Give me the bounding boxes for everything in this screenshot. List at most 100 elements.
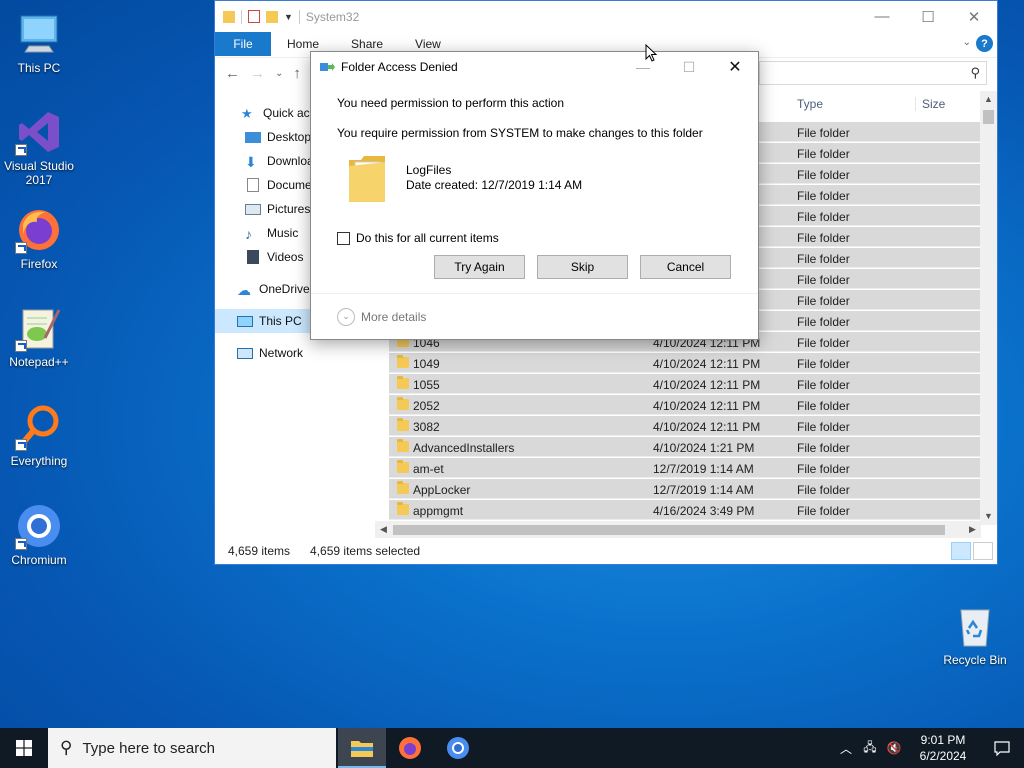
scroll-up-icon[interactable]: ▲ xyxy=(980,91,997,108)
folder-name: LogFiles xyxy=(406,163,452,177)
scroll-right-icon[interactable]: ▶ xyxy=(964,521,981,538)
column-header-type[interactable]: Type xyxy=(797,97,823,111)
desktop-icon-recycle-bin[interactable]: Recycle Bin xyxy=(937,602,1013,667)
file-date: 12/7/2019 1:14 AM xyxy=(653,483,754,497)
tab-file[interactable]: File xyxy=(215,32,271,56)
network-icon[interactable]: 🖧 xyxy=(858,738,882,759)
skip-button[interactable]: Skip xyxy=(537,255,628,279)
dialog-title: Folder Access Denied xyxy=(341,60,458,74)
properties-icon[interactable] xyxy=(248,10,260,23)
help-icon[interactable]: ? xyxy=(976,35,993,52)
folder-icon xyxy=(397,418,409,431)
cloud-icon: ☁ xyxy=(237,282,251,298)
table-row[interactable]: 1049 4/10/2024 12:11 PM File folder xyxy=(389,353,981,374)
table-row[interactable]: 3082 4/10/2024 12:11 PM File folder xyxy=(389,416,981,437)
back-button[interactable]: ← xyxy=(225,65,240,82)
desktop-icon-label: Chromium xyxy=(11,553,67,567)
new-folder-icon[interactable] xyxy=(266,10,278,23)
folder-date-created: Date created: 12/7/2019 1:14 AM xyxy=(406,178,583,192)
window-title: System32 xyxy=(305,9,360,24)
apply-to-all-checkbox[interactable]: Do this for all current items xyxy=(337,231,499,245)
file-type: File folder xyxy=(797,189,850,203)
try-again-button[interactable]: Try Again xyxy=(434,255,525,279)
folder-icon xyxy=(349,156,385,202)
expand-ribbon-icon[interactable]: ⌄ xyxy=(963,37,971,48)
file-date: 4/10/2024 12:11 PM xyxy=(653,399,761,413)
notifications-button[interactable] xyxy=(980,728,1024,768)
file-type: File folder xyxy=(797,231,850,245)
maximize-button[interactable]: ☐ xyxy=(905,1,951,32)
table-row[interactable]: AppLocker 12/7/2019 1:14 AM File folder xyxy=(389,479,981,500)
taskbar-search-box[interactable]: ⚲ Type here to search xyxy=(48,728,336,768)
close-button[interactable]: ✕ xyxy=(951,1,997,32)
download-icon: ⬇ xyxy=(245,154,257,170)
up-button[interactable]: ↑ xyxy=(293,65,301,82)
scroll-thumb[interactable] xyxy=(393,525,945,535)
desktop-icon xyxy=(245,131,261,143)
checkbox[interactable] xyxy=(337,231,350,245)
details-view-icon[interactable] xyxy=(951,542,971,560)
nav-label: This PC xyxy=(259,314,302,328)
scroll-down-icon[interactable]: ▼ xyxy=(980,508,997,525)
desktop-icon-firefox[interactable]: Firefox xyxy=(1,206,77,271)
scroll-left-icon[interactable]: ◀ xyxy=(375,521,392,538)
taskbar-file-explorer[interactable] xyxy=(338,728,386,768)
large-icons-view-icon[interactable] xyxy=(973,542,993,560)
folder-icon xyxy=(397,397,409,410)
firefox-icon xyxy=(15,206,63,254)
horizontal-scrollbar[interactable]: ◀ ▶ xyxy=(375,521,981,538)
file-type: File folder xyxy=(797,273,850,287)
minimize-button[interactable]: — xyxy=(859,1,905,32)
column-header-size[interactable]: Size xyxy=(915,97,945,111)
taskbar-firefox[interactable] xyxy=(386,728,434,768)
file-name: 2052 xyxy=(413,399,440,413)
table-row[interactable]: appmgmt 4/16/2024 3:49 PM File folder xyxy=(389,500,981,521)
volume-muted-icon[interactable]: 🔇 xyxy=(882,741,906,755)
videos-icon xyxy=(247,250,259,264)
desktop-icon-notepadpp[interactable]: Notepad++ xyxy=(1,304,77,369)
file-date: 4/10/2024 1:21 PM xyxy=(653,441,755,455)
desktop-icon-label: Visual Studio 2017 xyxy=(4,159,74,187)
nav-label: Videos xyxy=(267,250,304,264)
desktop-icon-this-pc[interactable]: This PC xyxy=(1,10,77,75)
dialog-close-button[interactable]: ✕ xyxy=(712,52,758,82)
file-type: File folder xyxy=(797,210,850,224)
dialog-maximize-button: ☐ xyxy=(682,58,696,75)
dialog-minimize-button[interactable]: — xyxy=(620,52,666,82)
file-type: File folder xyxy=(797,504,850,518)
desktop-icon-chromium[interactable]: Chromium xyxy=(1,502,77,567)
file-type: File folder xyxy=(797,168,850,182)
folder-icon xyxy=(397,355,409,368)
table-row[interactable]: 2052 4/10/2024 12:11 PM File folder xyxy=(389,395,981,416)
table-row[interactable]: AdvancedInstallers 4/10/2024 1:21 PM File … xyxy=(389,437,981,458)
desktop-icon-everything[interactable]: Everything xyxy=(1,403,77,468)
file-explorer-icon xyxy=(351,741,373,757)
recent-locations-button[interactable]: ⌄ xyxy=(275,68,283,79)
table-row[interactable]: am-et 12/7/2019 1:14 AM File folder xyxy=(389,458,981,479)
customize-qat-icon[interactable]: ▼ xyxy=(284,12,293,22)
search-input[interactable]: ⚲ xyxy=(759,61,987,85)
folder-access-denied-dialog[interactable]: Folder Access Denied — ☐ ✕ You need perm… xyxy=(310,51,759,340)
forward-button[interactable]: → xyxy=(250,65,265,82)
desktop-icon-label: Everything xyxy=(10,454,68,468)
window-controls: — ☐ ✕ xyxy=(859,1,997,32)
file-type: File folder xyxy=(797,420,850,434)
cancel-button[interactable]: Cancel xyxy=(640,255,731,279)
folder-icon xyxy=(397,481,409,494)
scroll-thumb[interactable] xyxy=(983,110,994,124)
everything-icon xyxy=(15,403,63,451)
clock[interactable]: 9:01 PM 6/2/2024 xyxy=(906,732,980,764)
table-row[interactable]: 1055 4/10/2024 12:11 PM File folder xyxy=(389,374,981,395)
vertical-scrollbar[interactable]: ▲ ▼ xyxy=(980,91,997,525)
more-details-button[interactable]: ⌄ More details xyxy=(337,308,426,326)
taskbar-chromium[interactable] xyxy=(434,728,482,768)
start-button[interactable] xyxy=(0,728,48,768)
desktop-icon-label: This PC xyxy=(17,61,61,75)
desktop-icon-label: Firefox xyxy=(20,257,58,271)
search-icon: ⚲ xyxy=(60,738,73,757)
nav-network[interactable]: Network xyxy=(215,341,389,365)
desktop-icon-visual-studio[interactable]: Visual Studio 2017 xyxy=(1,108,77,187)
folder-icon xyxy=(223,10,235,23)
pictures-icon xyxy=(245,203,261,215)
show-hidden-icons-icon[interactable]: ︿ xyxy=(834,740,858,757)
